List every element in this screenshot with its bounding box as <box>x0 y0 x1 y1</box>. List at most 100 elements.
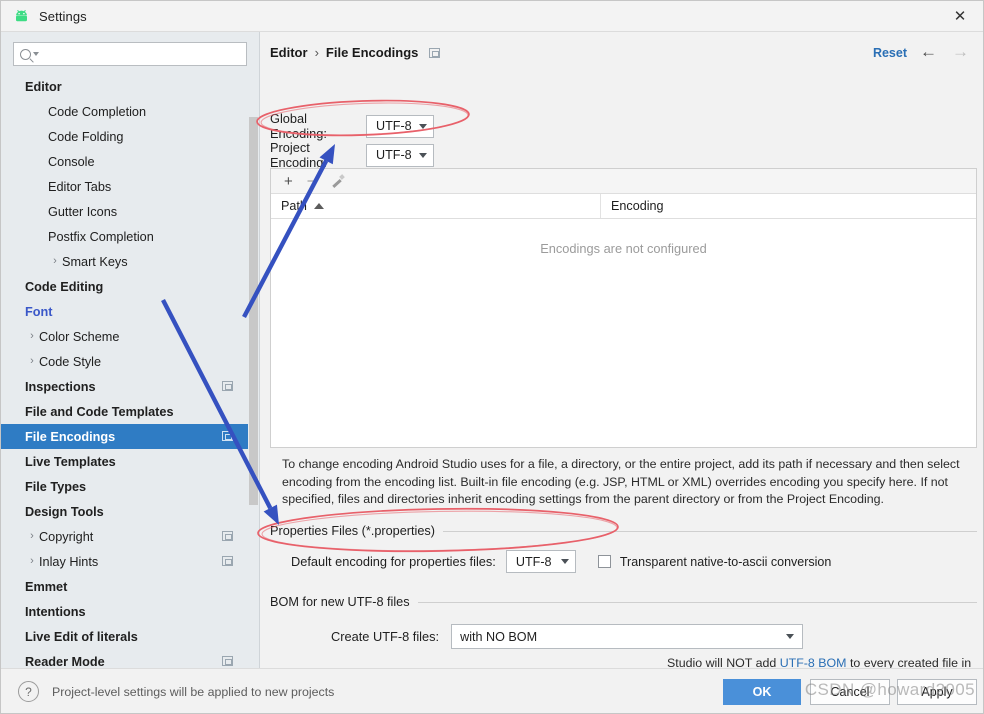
project-encoding-select[interactable]: UTF-8 <box>366 143 434 167</box>
default-properties-encoding-select[interactable]: UTF-8 <box>505 550 576 573</box>
properties-files-group-title: Properties Files (*.properties) <box>270 524 435 538</box>
search-box[interactable] <box>13 42 247 66</box>
default-properties-encoding-value: UTF-8 <box>515 554 552 569</box>
sidebar-item-intentions[interactable]: Intentions <box>1 599 259 624</box>
sidebar-item-postfix-completion[interactable]: Postfix Completion <box>1 224 259 249</box>
android-icon <box>13 9 30 24</box>
sidebar-item-label: Inspections <box>25 379 96 394</box>
sidebar-item-label: File and Code Templates <box>25 404 174 419</box>
sidebar-item-gutter-icons[interactable]: Gutter Icons <box>1 199 259 224</box>
encodings-table-header: Path Encoding <box>271 194 976 219</box>
sidebar-item-code-editing[interactable]: Code Editing <box>1 274 259 299</box>
remove-encoding-button[interactable]: − <box>307 174 316 189</box>
sidebar-item-smart-keys[interactable]: › Smart Keys <box>1 249 259 274</box>
sidebar-item-copyright[interactable]: › Copyright <box>1 524 259 549</box>
column-header-encoding[interactable]: Encoding <box>601 194 664 218</box>
breadcrumb-parent[interactable]: Editor <box>270 45 308 60</box>
column-header-path-label: Path <box>281 199 307 213</box>
project-encoding-row: Project Encoding: UTF-8 <box>270 140 434 170</box>
create-utf8-files-row: Create UTF-8 files: with NO BOM <box>331 624 804 649</box>
arrow-left-icon[interactable]: ← <box>920 43 937 60</box>
sidebar-item-label: Design Tools <box>25 504 104 519</box>
search-container <box>1 32 259 72</box>
sidebar-item-code-completion[interactable]: Code Completion <box>1 99 259 124</box>
sidebar-item-label: Intentions <box>25 604 86 619</box>
sidebar-item-label: Font <box>25 304 53 319</box>
sidebar-item-live-templates[interactable]: Live Templates <box>1 449 259 474</box>
sidebar-item-code-style[interactable]: › Code Style <box>1 349 259 374</box>
chevron-down-icon <box>786 634 795 639</box>
sidebar-item-label: Emmet <box>25 579 68 594</box>
breadcrumb-separator: › <box>314 45 319 60</box>
ok-button[interactable]: OK <box>723 679 801 705</box>
chevron-right-icon[interactable]: › <box>48 256 62 267</box>
breadcrumb: Editor › File Encodings <box>270 45 441 60</box>
group-divider <box>417 601 977 603</box>
encodings-description: To change encoding Android Studio uses f… <box>282 457 960 506</box>
search-input[interactable] <box>43 44 246 64</box>
sidebar-scrollbar[interactable] <box>248 32 259 668</box>
global-encoding-select[interactable]: UTF-8 <box>366 114 434 138</box>
sidebar-item-color-scheme[interactable]: › Color Scheme <box>1 324 259 349</box>
project-settings-icon <box>429 47 441 58</box>
sidebar-scrollbar-thumb[interactable] <box>249 117 258 505</box>
global-encoding-value: UTF-8 <box>376 119 412 133</box>
sidebar-item-label: Copyright <box>39 529 94 544</box>
settings-sidebar: Editor Code Completion Code Folding Console… <box>1 32 260 668</box>
create-utf8-files-label: Create UTF-8 files: <box>331 629 440 644</box>
sidebar-item-editor[interactable]: Editor <box>1 74 259 99</box>
encodings-table: + − Path Encoding Encodings are not conf… <box>270 168 977 448</box>
sidebar-item-inspections[interactable]: Inspections <box>1 374 259 399</box>
close-icon[interactable]: ✕ <box>937 1 983 31</box>
help-icon[interactable]: ? <box>18 681 39 702</box>
default-properties-encoding-label: Default encoding for properties files: <box>291 554 496 569</box>
sidebar-item-label: Code Editing <box>25 279 104 294</box>
project-settings-icon <box>222 431 233 441</box>
chevron-right-icon[interactable]: › <box>25 531 39 542</box>
sidebar-item-label: Console <box>48 154 95 169</box>
column-header-path[interactable]: Path <box>271 194 601 218</box>
reset-button[interactable]: Reset <box>873 46 907 60</box>
sidebar-item-editor-tabs[interactable]: Editor Tabs <box>1 174 259 199</box>
settings-tree: Editor Code Completion Code Folding Console… <box>1 74 259 668</box>
sidebar-item-label: Live Templates <box>25 454 116 469</box>
sidebar-item-file-encodings[interactable]: File Encodings <box>1 424 259 449</box>
project-settings-icon <box>222 556 233 566</box>
chevron-right-icon[interactable]: › <box>25 331 39 342</box>
chevron-down-icon[interactable] <box>33 52 39 56</box>
footer-note: Project-level settings will be applied t… <box>52 685 335 699</box>
arrow-right-icon[interactable]: → <box>952 43 969 60</box>
group-divider <box>443 530 977 532</box>
sidebar-item-file-and-code-templates[interactable]: File and Code Templates <box>1 399 259 424</box>
sidebar-item-reader-mode[interactable]: Reader Mode <box>1 649 259 668</box>
sidebar-item-inlay-hints[interactable]: › Inlay Hints <box>1 549 259 574</box>
watermark: CSDN @howard2005 <box>804 680 975 699</box>
transparent-conversion-checkbox[interactable] <box>597 555 611 568</box>
sidebar-item-emmet[interactable]: Emmet <box>1 574 259 599</box>
properties-files-group-header: Properties Files (*.properties) <box>270 524 977 538</box>
sidebar-item-label: Color Scheme <box>39 329 120 344</box>
sidebar-item-file-types[interactable]: File Types <box>1 474 259 499</box>
transparent-conversion-label: Transparent native-to-ascii conversion <box>619 554 832 569</box>
chevron-right-icon[interactable]: › <box>25 356 39 367</box>
sidebar-item-live-edit-of-literals[interactable]: Live Edit of literals <box>1 624 259 649</box>
create-utf8-files-select[interactable]: with NO BOM <box>451 624 804 649</box>
project-encoding-label: Project Encoding: <box>270 140 327 170</box>
create-utf8-files-value: with NO BOM <box>460 629 538 644</box>
sidebar-item-label: Code Completion <box>48 104 147 119</box>
default-properties-encoding-row: Default encoding for properties files: U… <box>291 550 831 573</box>
sidebar-item-font[interactable]: Font <box>1 299 259 324</box>
global-encoding-row: Global Encoding: UTF-8 <box>270 111 434 141</box>
pencil-icon[interactable] <box>330 174 344 188</box>
sidebar-item-design-tools[interactable]: Design Tools <box>1 499 259 524</box>
global-encoding-label: Global Encoding: <box>270 111 327 141</box>
breadcrumb-current: File Encodings <box>325 45 419 60</box>
column-header-encoding-label: Encoding <box>611 199 664 213</box>
sort-ascending-icon <box>313 203 324 209</box>
sidebar-item-code-folding[interactable]: Code Folding <box>1 124 259 149</box>
sidebar-item-console[interactable]: Console <box>1 149 259 174</box>
sidebar-item-label: Reader Mode <box>25 654 105 669</box>
add-encoding-button[interactable]: + <box>284 174 293 189</box>
sidebar-item-label: Inlay Hints <box>39 554 99 569</box>
chevron-right-icon[interactable]: › <box>25 556 39 567</box>
